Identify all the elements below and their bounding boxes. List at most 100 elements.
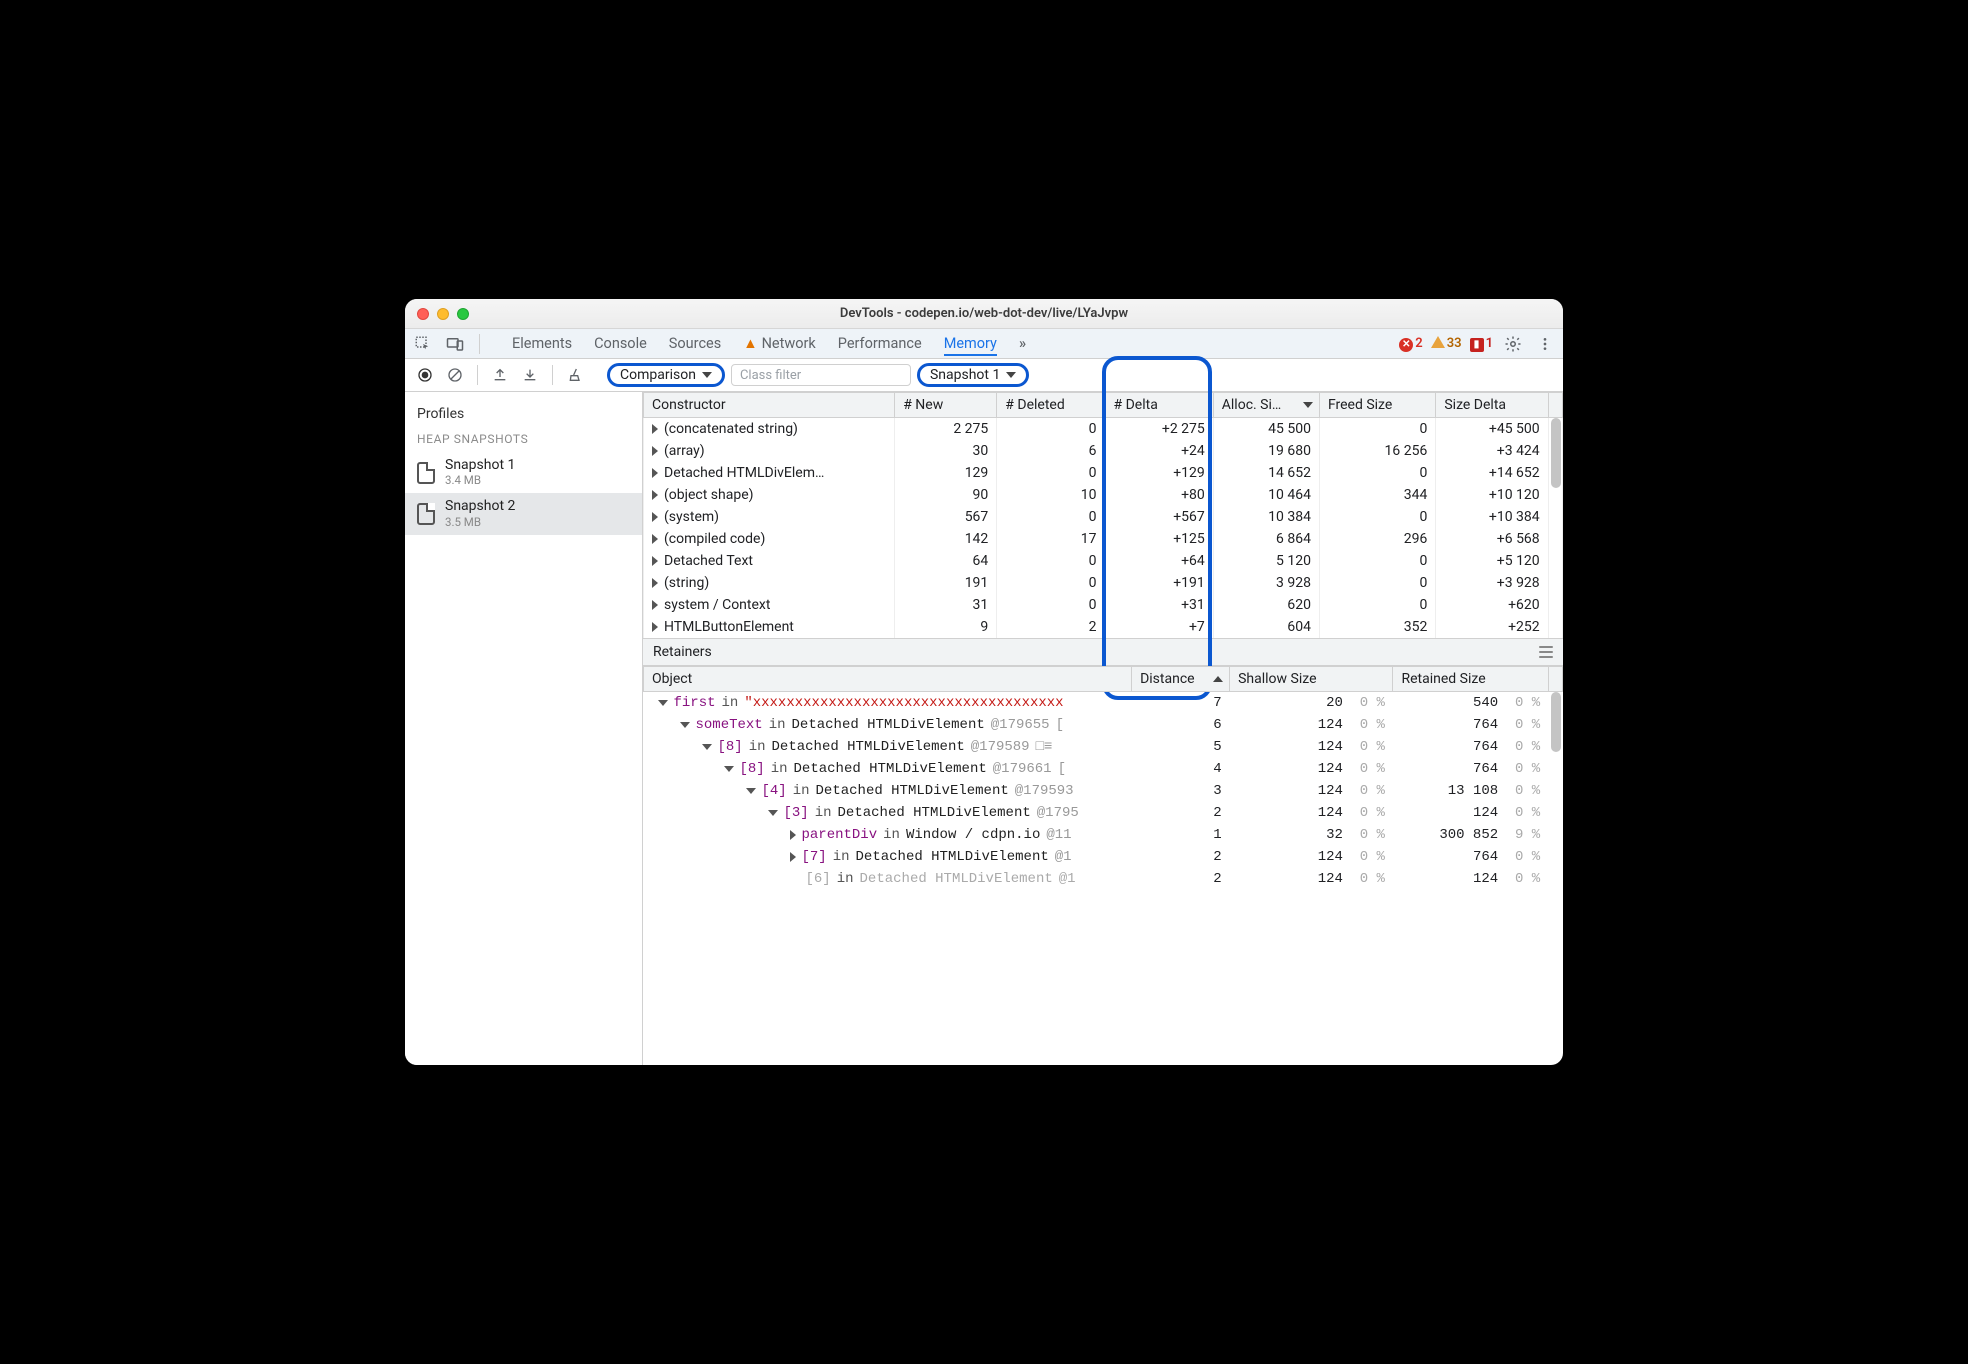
download-icon[interactable] <box>518 363 542 387</box>
property-name: [8] <box>740 761 765 777</box>
gc-broom-icon[interactable] <box>563 363 587 387</box>
tabs-overflow[interactable]: » <box>1019 331 1026 356</box>
retainer-row[interactable]: [7] in Detached HTMLDivElement @1 2 124 … <box>644 846 1563 868</box>
column-header[interactable]: Alloc. Si… <box>1213 393 1319 418</box>
separator <box>477 365 478 385</box>
object-id: @179589 <box>971 739 1030 755</box>
table-row[interactable]: (concatenated string) 2 275 0 +2 275 45 … <box>644 418 1563 441</box>
retainer-row[interactable]: [6] in Detached HTMLDivElement @1 2 124 … <box>644 868 1563 890</box>
collapse-icon[interactable] <box>658 700 668 706</box>
column-header[interactable]: Shallow Size <box>1230 667 1393 692</box>
retainer-row[interactable]: [3] in Detached HTMLDivElement @1795 2 1… <box>644 802 1563 824</box>
error-counter[interactable]: ✕2 <box>1399 336 1422 352</box>
column-header[interactable]: Size Delta <box>1436 393 1548 418</box>
issues-counter[interactable]: ▮1 <box>1470 336 1493 352</box>
error-icon: ✕ <box>1399 338 1413 352</box>
retainers-scrollbar[interactable] <box>1549 692 1563 1065</box>
snapshot-item[interactable]: Snapshot 1 3.4 MB <box>405 452 642 493</box>
expand-icon[interactable] <box>652 600 658 610</box>
object-type: Detached HTMLDivElement <box>816 783 1009 799</box>
property-name: [3] <box>784 805 809 821</box>
constructor-name: system / Context <box>664 597 770 613</box>
retainer-row[interactable]: first in "xxxxxxxxxxxxxxxxxxxxxxxxxxxxxx… <box>644 692 1563 715</box>
comparison-table[interactable]: Constructor# New# Deleted# DeltaAlloc. S… <box>643 392 1563 638</box>
sort-indicator-icon <box>1303 402 1313 408</box>
column-header[interactable]: # New <box>895 393 997 418</box>
table-row[interactable]: (compiled code) 142 17 +125 6 864 296 +6… <box>644 528 1563 550</box>
expand-icon[interactable] <box>652 446 658 456</box>
expand-icon[interactable] <box>790 830 796 840</box>
collapse-icon[interactable] <box>724 766 734 772</box>
settings-gear-icon[interactable] <box>1501 332 1525 356</box>
object-id: @11 <box>1046 827 1071 843</box>
upload-icon[interactable] <box>488 363 512 387</box>
warning-counter[interactable]: 33 <box>1431 336 1462 351</box>
kebab-menu-icon[interactable] <box>1533 332 1557 356</box>
tab-sources[interactable]: Sources <box>669 331 721 356</box>
comparison-mode-select[interactable]: Comparison <box>607 363 725 387</box>
table-row[interactable]: (string) 191 0 +191 3 928 0 +3 928 <box>644 572 1563 594</box>
retainer-row[interactable]: parentDiv in Window / cdpn.io @11 1 32 0… <box>644 824 1563 846</box>
expand-icon[interactable] <box>652 468 658 478</box>
retainer-row[interactable]: [4] in Detached HTMLDivElement @179593 3… <box>644 780 1563 802</box>
record-button-icon[interactable] <box>413 363 437 387</box>
object-type: Window / cdpn.io <box>906 827 1040 843</box>
collapse-icon[interactable] <box>768 810 778 816</box>
object-id: @1 <box>1059 871 1076 887</box>
constructor-name: HTMLButtonElement <box>664 619 794 635</box>
tab-elements[interactable]: Elements <box>512 331 572 356</box>
table-row[interactable]: (array) 30 6 +24 19 680 16 256 +3 424 <box>644 440 1563 462</box>
clear-button-icon[interactable] <box>443 363 467 387</box>
object-id: @1795 <box>1037 805 1079 821</box>
column-header[interactable]: Retained Size <box>1393 667 1548 692</box>
retainer-row[interactable]: [8] in Detached HTMLDivElement @179661 [… <box>644 758 1563 780</box>
comparison-grid: Constructor# New# Deleted# DeltaAlloc. S… <box>643 392 1563 638</box>
table-row[interactable]: Detached Text 64 0 +64 5 120 0 +5 120 <box>644 550 1563 572</box>
file-icon <box>417 503 435 525</box>
object-type: Detached HTMLDivElement <box>792 717 985 733</box>
object-type: Detached HTMLDivElement <box>838 805 1031 821</box>
tab-performance[interactable]: Performance <box>838 331 922 356</box>
expand-icon[interactable] <box>652 556 658 566</box>
table-row[interactable]: system / Context 31 0 +31 620 0 +620 <box>644 594 1563 616</box>
expand-icon[interactable] <box>652 534 658 544</box>
expand-icon[interactable] <box>652 512 658 522</box>
class-filter-input[interactable]: Class filter <box>731 364 911 386</box>
baseline-snapshot-select[interactable]: Snapshot 1 <box>917 363 1029 387</box>
collapse-icon[interactable] <box>746 788 756 794</box>
retainers-table[interactable]: ObjectDistanceShallow SizeRetained Size … <box>643 666 1563 890</box>
collapse-icon[interactable] <box>702 744 712 750</box>
table-row[interactable]: HTMLButtonElement 9 2 +7 604 352 +252 <box>644 616 1563 638</box>
constructor-name: (array) <box>664 443 705 459</box>
baseline-label: Snapshot 1 <box>930 367 1000 383</box>
collapse-icon[interactable] <box>680 722 690 728</box>
column-header[interactable]: Distance <box>1132 667 1230 692</box>
expand-icon[interactable] <box>790 852 796 862</box>
devtools-tabbar: Elements Console Sources ▲Network Perfor… <box>405 329 1563 359</box>
column-header[interactable]: # Delta <box>1105 393 1213 418</box>
table-row[interactable]: (object shape) 90 10 +80 10 464 344 +10 … <box>644 484 1563 506</box>
expand-icon[interactable] <box>652 578 658 588</box>
expand-icon[interactable] <box>652 424 658 434</box>
string-value: "xxxxxxxxxxxxxxxxxxxxxxxxxxxxxxxxxxxxx <box>744 695 1063 711</box>
constructor-name: (string) <box>664 575 709 591</box>
retainer-row[interactable]: someText in Detached HTMLDivElement @179… <box>644 714 1563 736</box>
tab-network[interactable]: ▲Network <box>743 331 816 356</box>
column-header[interactable]: Object <box>644 667 1132 692</box>
column-header[interactable]: Freed Size <box>1319 393 1435 418</box>
device-toolbar-icon[interactable] <box>443 332 467 356</box>
tab-memory[interactable]: Memory <box>944 331 997 356</box>
inspect-element-icon[interactable] <box>411 332 435 356</box>
chevron-down-icon <box>702 372 712 378</box>
column-header[interactable]: Constructor <box>644 393 895 418</box>
retainer-row[interactable]: [8] in Detached HTMLDivElement @179589 □… <box>644 736 1563 758</box>
table-row[interactable]: Detached HTMLDivElem… 129 0 +129 14 652 … <box>644 462 1563 484</box>
retainers-header: Retainers <box>643 638 1563 666</box>
expand-icon[interactable] <box>652 490 658 500</box>
expand-icon[interactable] <box>652 622 658 632</box>
table-row[interactable]: (system) 567 0 +567 10 384 0 +10 384 <box>644 506 1563 528</box>
tab-console[interactable]: Console <box>594 331 647 356</box>
snapshot-item[interactable]: Snapshot 2 3.5 MB <box>405 493 642 534</box>
column-header[interactable]: # Deleted <box>997 393 1105 418</box>
grid-scrollbar[interactable] <box>1549 418 1563 708</box>
